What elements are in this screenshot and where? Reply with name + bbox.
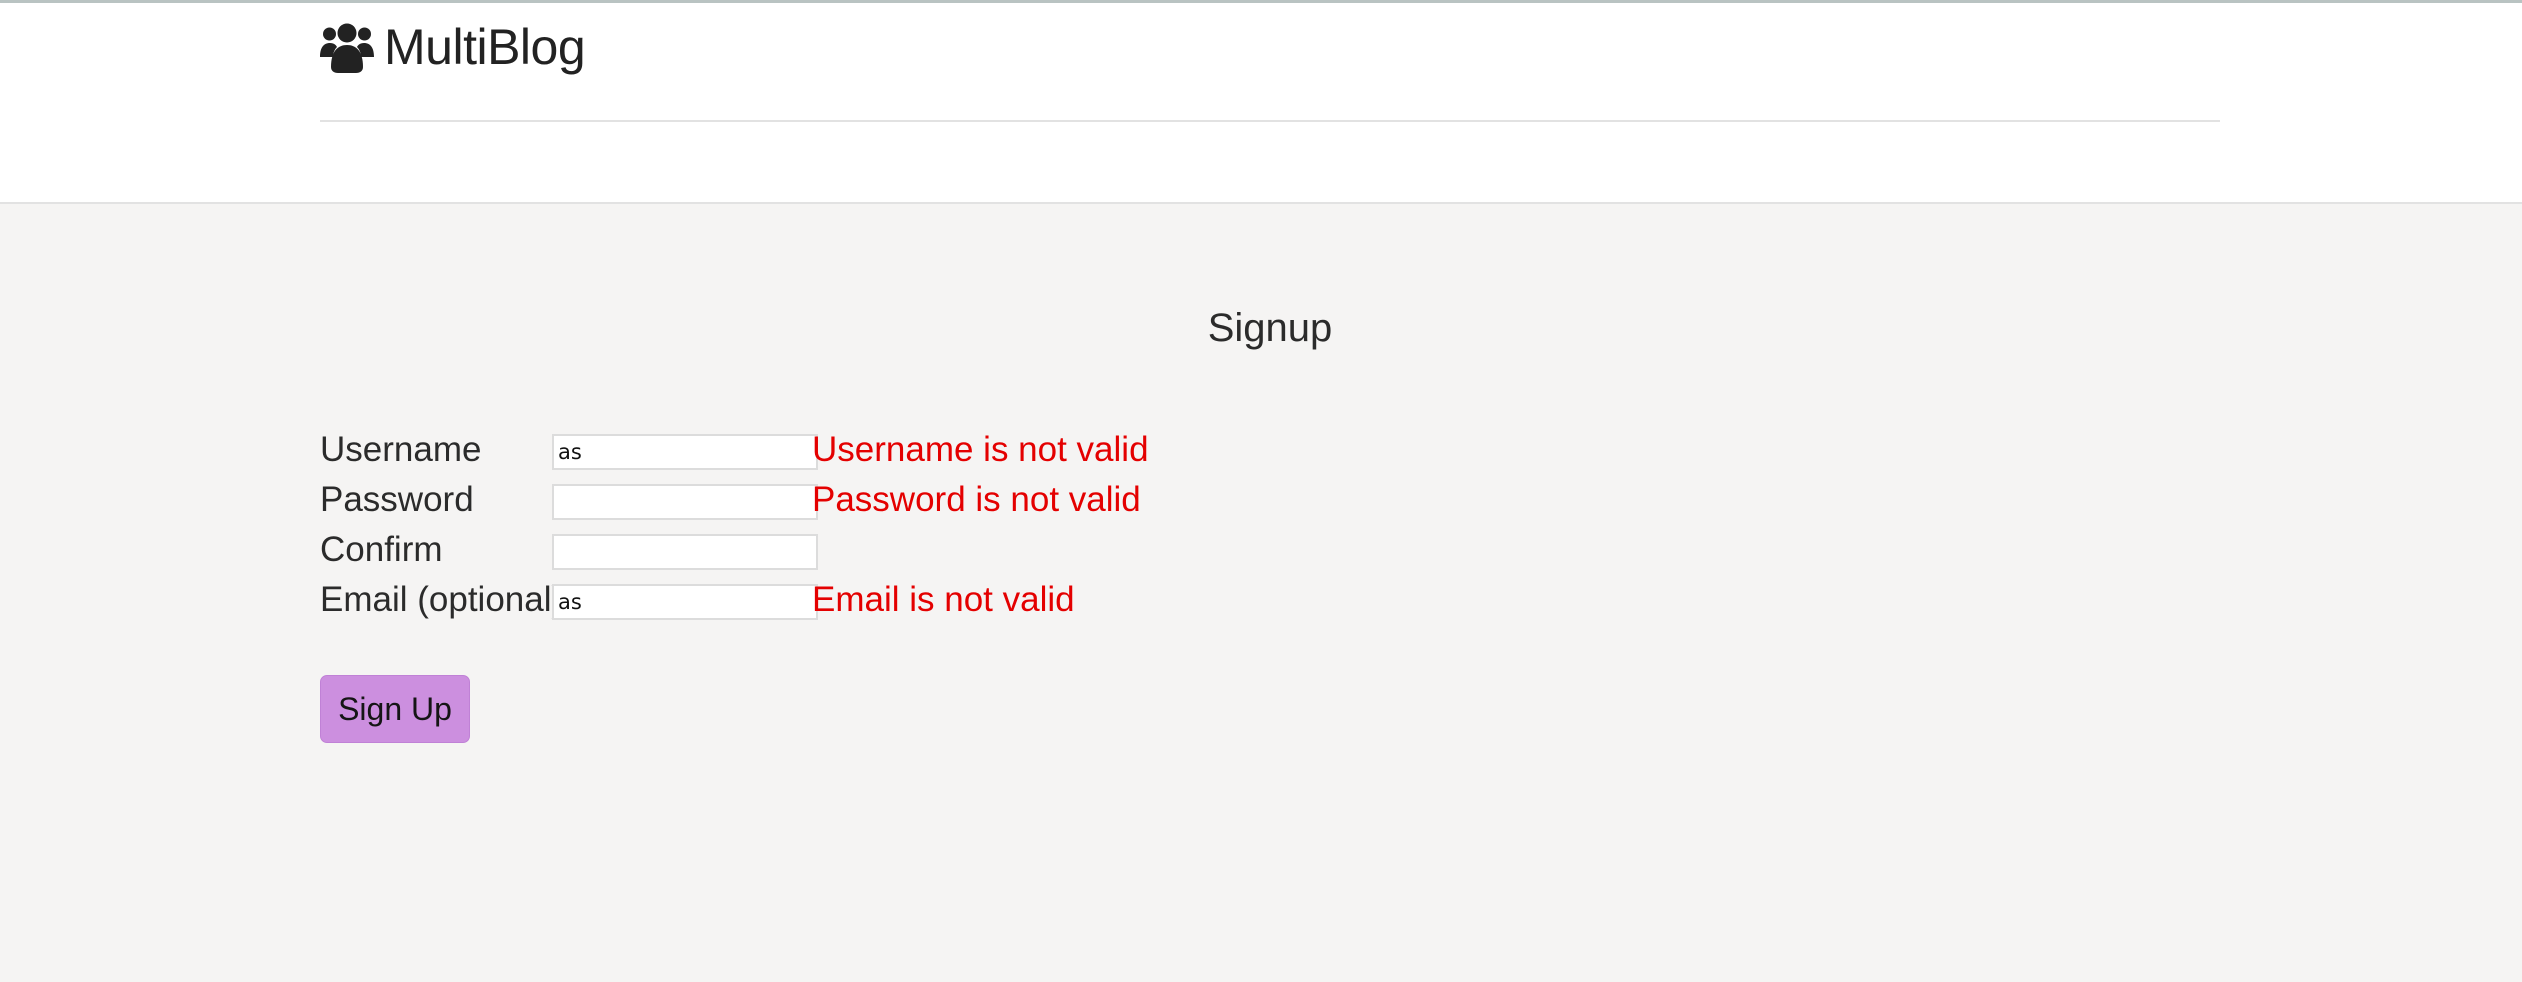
page-title: Signup <box>1207 306 1333 350</box>
username-input[interactable] <box>552 434 818 470</box>
confirm-label: Confirm <box>320 530 443 569</box>
site-header: MultiBlog <box>0 3 2522 204</box>
username-label: Username <box>320 430 482 469</box>
email-error: Email is not valid <box>812 580 1075 619</box>
password-input[interactable] <box>552 484 818 520</box>
brand-link[interactable]: MultiBlog <box>320 17 586 77</box>
users-icon <box>320 23 374 73</box>
email-input[interactable] <box>552 584 818 620</box>
confirm-password-input[interactable] <box>552 534 818 570</box>
brand-name: MultiBlog <box>384 19 586 75</box>
username-error: Username is not valid <box>812 430 1149 469</box>
sign-up-button[interactable]: Sign Up <box>320 675 470 743</box>
password-label: Password <box>320 480 474 519</box>
header-divider <box>320 120 2220 122</box>
password-error: Password is not valid <box>812 480 1141 519</box>
email-label: Email (optional) <box>320 580 564 619</box>
